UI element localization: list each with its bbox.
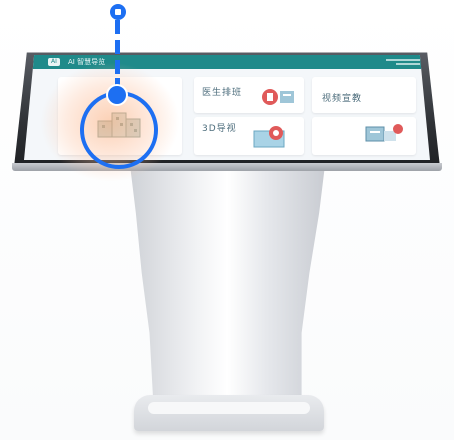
header-status-area (386, 56, 420, 67)
kiosk-stand (130, 165, 325, 405)
tile-label-3d-navigation: 3D导视 (202, 124, 237, 134)
header-status-line (386, 59, 420, 61)
annotation-marker-top (110, 4, 126, 20)
annotation-dash (115, 60, 120, 74)
tile-label-doctor-schedule: 医生排班 (202, 88, 243, 98)
kiosk-base-highlight (148, 402, 310, 414)
annotation-dash (115, 40, 120, 54)
kiosk-product-photo: AI AI 智慧导览 医生排班 视频宣教 3D导视 (0, 0, 454, 440)
tile-doctor-schedule[interactable]: 医生排班 (194, 77, 304, 113)
video-education-icon (365, 124, 403, 142)
tile-video-education[interactable]: 视频宣教 (312, 77, 416, 113)
3d-navigation-icon (253, 126, 285, 148)
app-logo-badge: AI (48, 58, 60, 66)
doctor-schedule-icon (262, 89, 294, 105)
tile-label-video-education: 视频宣教 (322, 94, 363, 104)
annotation-marker-top-inner (115, 9, 121, 15)
tile-video-icon-area[interactable] (312, 117, 416, 155)
header-status-line (396, 63, 420, 65)
annotation-dash (115, 20, 120, 34)
tile-3d-navigation[interactable]: 3D导视 (194, 117, 304, 155)
annotation-marker-center (108, 86, 126, 104)
